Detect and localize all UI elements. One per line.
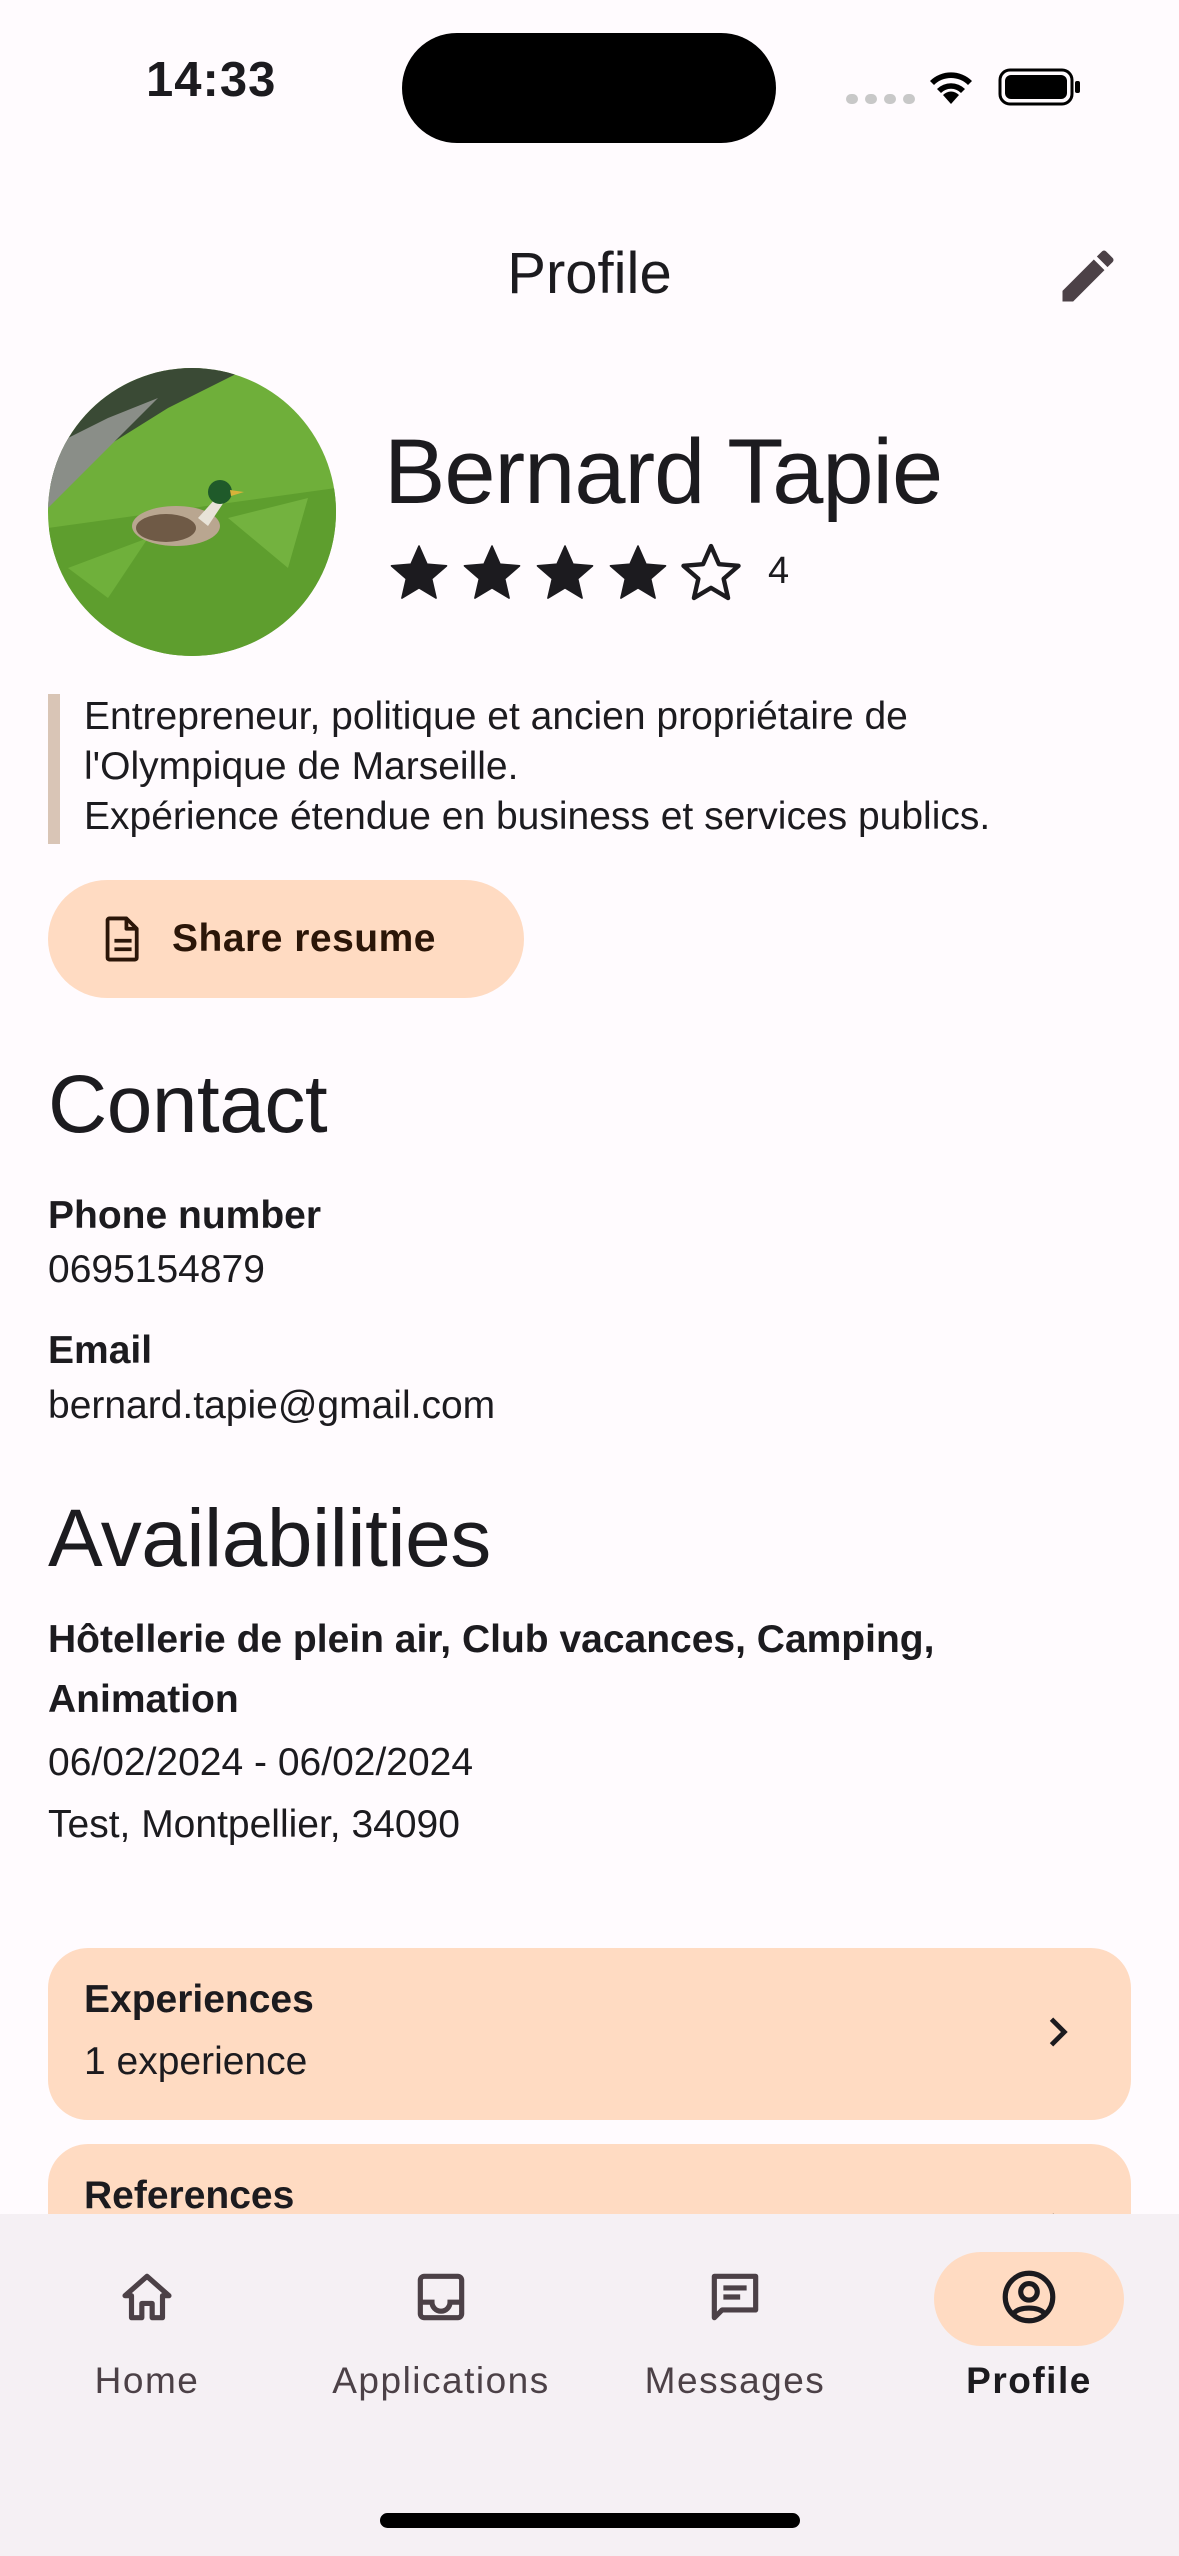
dynamic-island — [402, 33, 776, 143]
availability-location: Test, Montpellier, 34090 — [48, 1803, 460, 1846]
profile-name: Bernard Tapie — [384, 421, 943, 523]
avatar-photo — [48, 368, 336, 656]
nav-label-messages: Messages — [644, 2360, 826, 2401]
experiences-title: Experiences — [84, 1978, 314, 2021]
home-icon — [122, 2273, 172, 2321]
avatar — [48, 368, 336, 656]
availabilities-heading: Availabilities — [48, 1493, 491, 1584]
availability-categories-cont: Animation — [48, 1678, 239, 1721]
nav-label-home: Home — [94, 2360, 200, 2401]
rating-value: 4 — [768, 550, 790, 592]
edit-icon[interactable] — [1054, 242, 1122, 310]
bio-line: l'Olympique de Marseille. — [84, 745, 519, 788]
cellular-signal-icon — [846, 94, 915, 104]
share-resume-button[interactable]: Share resume — [48, 880, 524, 998]
bio-text: Entrepreneur, politique et ancien propri… — [84, 692, 1144, 842]
experiences-card[interactable]: Experiences 1 experience — [48, 1948, 1131, 2120]
nav-label-profile: Profile — [966, 2360, 1092, 2401]
share-resume-label: Share resume — [172, 917, 436, 960]
bio-line: Entrepreneur, politique et ancien propri… — [84, 695, 908, 738]
wifi-icon — [930, 72, 972, 104]
email-value[interactable]: bernard.tapie@gmail.com — [48, 1384, 495, 1428]
rating-stars — [386, 540, 744, 606]
experiences-count: 1 experience — [84, 2040, 308, 2083]
availability-dates: 06/02/2024 - 06/02/2024 — [48, 1741, 474, 1784]
star-filled-icon — [609, 545, 667, 599]
contact-heading: Contact — [48, 1059, 328, 1150]
chevron-right-icon — [1049, 2017, 1068, 2047]
account-circle-icon — [1002, 2270, 1056, 2324]
inbox-icon — [417, 2273, 465, 2321]
message-icon — [711, 2273, 759, 2321]
nav-label-applications: Applications — [332, 2360, 550, 2401]
status-time: 14:33 — [146, 53, 277, 107]
phone-label: Phone number — [48, 1194, 322, 1237]
references-title: References — [84, 2174, 295, 2217]
battery-icon — [998, 68, 1080, 106]
document-icon — [102, 915, 144, 963]
star-filled-icon — [463, 545, 521, 599]
bio-quote-bar — [48, 694, 60, 844]
phone-value[interactable]: 0695154879 — [48, 1248, 265, 1292]
home-indicator — [380, 2513, 800, 2528]
availability-categories: Hôtellerie de plein air, Club vacances, … — [48, 1618, 935, 1661]
star-filled-icon — [390, 545, 448, 599]
star-empty-icon — [681, 543, 741, 601]
bottom-navigation: Home Applications Messages Profile — [0, 2214, 1179, 2556]
bio-line: Expérience étendue en business et servic… — [84, 795, 991, 838]
page-title: Profile — [507, 241, 672, 306]
email-label: Email — [48, 1329, 153, 1372]
star-filled-icon — [536, 545, 594, 599]
